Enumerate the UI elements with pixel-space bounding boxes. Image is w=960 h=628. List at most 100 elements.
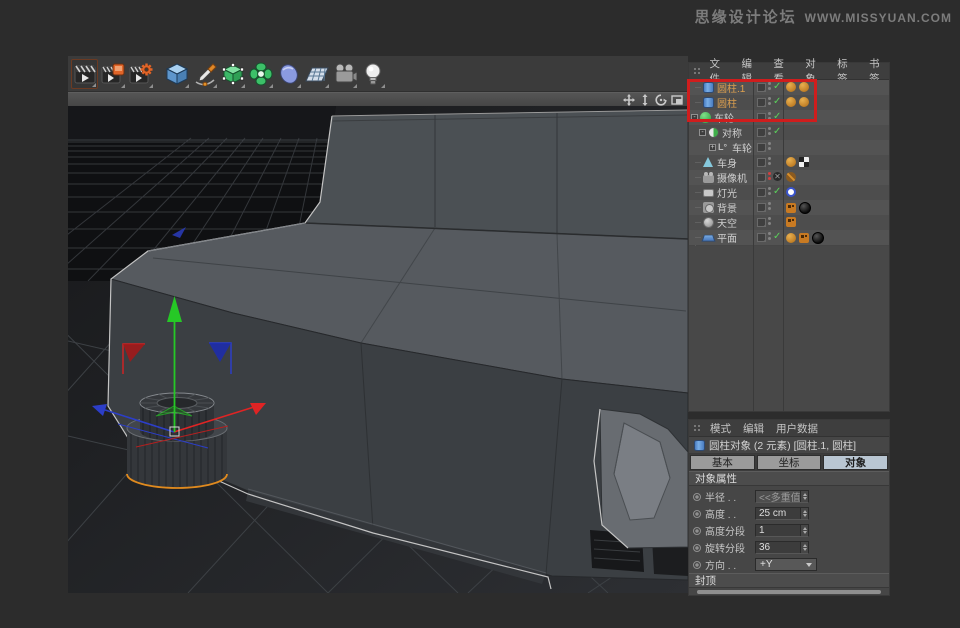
light-icon[interactable] [359, 59, 386, 89]
phong-tag-icon[interactable] [786, 233, 796, 243]
tab-object[interactable]: 对象 [823, 455, 888, 470]
object-row-wheel-child[interactable]: + L° 车轮 [689, 140, 889, 155]
layer-toggle[interactable] [757, 203, 766, 212]
object-row-cylinder-1[interactable]: 圆柱.1 ✓ [689, 80, 889, 95]
stepper-arrows[interactable] [800, 491, 808, 502]
enable-check-icon[interactable]: ✓ [773, 96, 781, 107]
layer-toggle[interactable] [757, 188, 766, 197]
am-menu-userdata[interactable]: 用户数据 [776, 421, 818, 436]
deformer-icon[interactable] [247, 59, 274, 89]
visibility-dots[interactable] [768, 142, 771, 150]
height-input[interactable]: 25 cm [755, 507, 809, 520]
expand-toggle-icon[interactable]: - [699, 129, 706, 136]
object-row-plane[interactable]: 平面 ✓ [689, 230, 889, 245]
visibility-dots[interactable] [768, 202, 771, 210]
visibility-dots[interactable] [768, 127, 771, 135]
horizontal-scrollbar[interactable] [697, 590, 881, 594]
tab-basic[interactable]: 基本 [690, 455, 755, 470]
visibility-dots-red[interactable] [768, 172, 771, 180]
tab-coordinates[interactable]: 坐标 [757, 455, 822, 470]
phong-tag-icon[interactable] [786, 97, 796, 107]
visibility-dots[interactable] [768, 187, 771, 195]
height-segments-input[interactable]: 1 [755, 524, 809, 537]
phong-tag-icon[interactable] [799, 97, 809, 107]
orientation-dropdown[interactable]: +Y [755, 558, 817, 571]
material-tag-icon[interactable] [812, 232, 824, 244]
add-cube-icon[interactable] [163, 59, 190, 89]
compositing-tag-icon[interactable] [799, 157, 809, 167]
object-row-camera[interactable]: 摄像机 ✕ [689, 170, 889, 185]
enable-check-icon[interactable]: ✓ [773, 81, 781, 92]
keyframe-circle-icon[interactable] [693, 527, 701, 535]
section-caps[interactable]: 封顶 [689, 573, 889, 588]
target-tag-icon[interactable] [786, 187, 796, 197]
object-row-cylinder[interactable]: 圆柱 ✓ [689, 95, 889, 110]
radius-input[interactable]: <<多重值 [755, 490, 809, 503]
visibility-dots[interactable] [768, 112, 771, 120]
keyframe-circle-icon[interactable] [693, 510, 701, 518]
layer-toggle[interactable] [757, 83, 766, 92]
section-object-properties[interactable]: 对象属性 [689, 471, 889, 486]
compositing-tag-icon[interactable] [786, 217, 796, 227]
layer-toggle[interactable] [757, 218, 766, 227]
panel-grip-icon[interactable] [693, 67, 702, 76]
object-row-sky[interactable]: 天空 [689, 215, 889, 230]
spline-pen-icon[interactable] [191, 59, 218, 89]
toggle-view-icon[interactable] [671, 94, 683, 106]
layer-toggle[interactable] [757, 113, 766, 122]
layer-toggle[interactable] [757, 128, 766, 137]
phong-tag-icon[interactable] [786, 82, 796, 92]
subdivision-surface-icon[interactable] [219, 59, 246, 89]
phong-tag-icon[interactable] [799, 82, 809, 92]
layer-toggle[interactable] [757, 173, 766, 182]
dolly-view-icon[interactable] [639, 94, 651, 106]
render-view-icon[interactable] [71, 59, 98, 89]
keyframe-circle-icon[interactable] [693, 493, 701, 501]
rotate-view-icon[interactable] [655, 94, 667, 106]
expand-toggle-icon[interactable]: - [691, 114, 698, 121]
stepper-arrows[interactable] [800, 525, 808, 536]
light-object-icon [703, 189, 714, 197]
object-row-background[interactable]: 背景 [689, 200, 889, 215]
panel-grip-icon[interactable] [693, 424, 702, 433]
enable-check-icon[interactable]: ✓ [773, 231, 781, 242]
phong-tag-icon[interactable] [786, 157, 796, 167]
viewport-3d-scene[interactable] [68, 106, 688, 593]
protection-tag-icon[interactable] [786, 172, 796, 182]
floor-icon[interactable] [303, 59, 330, 89]
enable-check-icon[interactable]: ✓ [773, 186, 781, 197]
rotation-segments-input[interactable]: 36 [755, 541, 809, 554]
expand-toggle-icon[interactable]: + [709, 144, 716, 151]
object-row-wheel[interactable]: - 车轮 ✓ [689, 110, 889, 125]
object-row-light[interactable]: 灯光 ✓ [689, 185, 889, 200]
render-picture-viewer-icon[interactable] [99, 59, 126, 89]
pan-view-icon[interactable] [623, 94, 635, 106]
render-settings-icon[interactable] [127, 59, 154, 89]
enable-check-icon[interactable]: ✓ [773, 126, 781, 137]
layer-toggle[interactable] [757, 233, 766, 242]
material-tag-icon[interactable] [799, 202, 811, 214]
layer-toggle[interactable] [757, 158, 766, 167]
visibility-dots[interactable] [768, 232, 771, 240]
keyframe-circle-icon[interactable] [693, 561, 701, 569]
camera-icon[interactable] [331, 59, 358, 89]
visibility-dots[interactable] [768, 217, 771, 225]
compositing-tag-icon[interactable] [799, 233, 809, 243]
am-menu-edit[interactable]: 编辑 [743, 421, 764, 436]
am-menu-mode[interactable]: 模式 [710, 421, 731, 436]
stepper-arrows[interactable] [800, 542, 808, 553]
visibility-dots[interactable] [768, 82, 771, 90]
stepper-arrows[interactable] [800, 508, 808, 519]
symmetry-object-icon [708, 127, 719, 138]
object-row-symmetry[interactable]: - 对称 ✓ [689, 125, 889, 140]
layer-toggle[interactable] [757, 143, 766, 152]
object-row-car-body[interactable]: 车身 [689, 155, 889, 170]
visibility-dots[interactable] [768, 97, 771, 105]
enable-check-icon[interactable]: ✓ [773, 111, 781, 122]
camera-disabled-icon[interactable]: ✕ [773, 172, 782, 181]
environment-icon[interactable] [275, 59, 302, 89]
visibility-dots[interactable] [768, 157, 771, 165]
layer-toggle[interactable] [757, 98, 766, 107]
keyframe-circle-icon[interactable] [693, 544, 701, 552]
compositing-tag-icon[interactable] [786, 203, 796, 213]
